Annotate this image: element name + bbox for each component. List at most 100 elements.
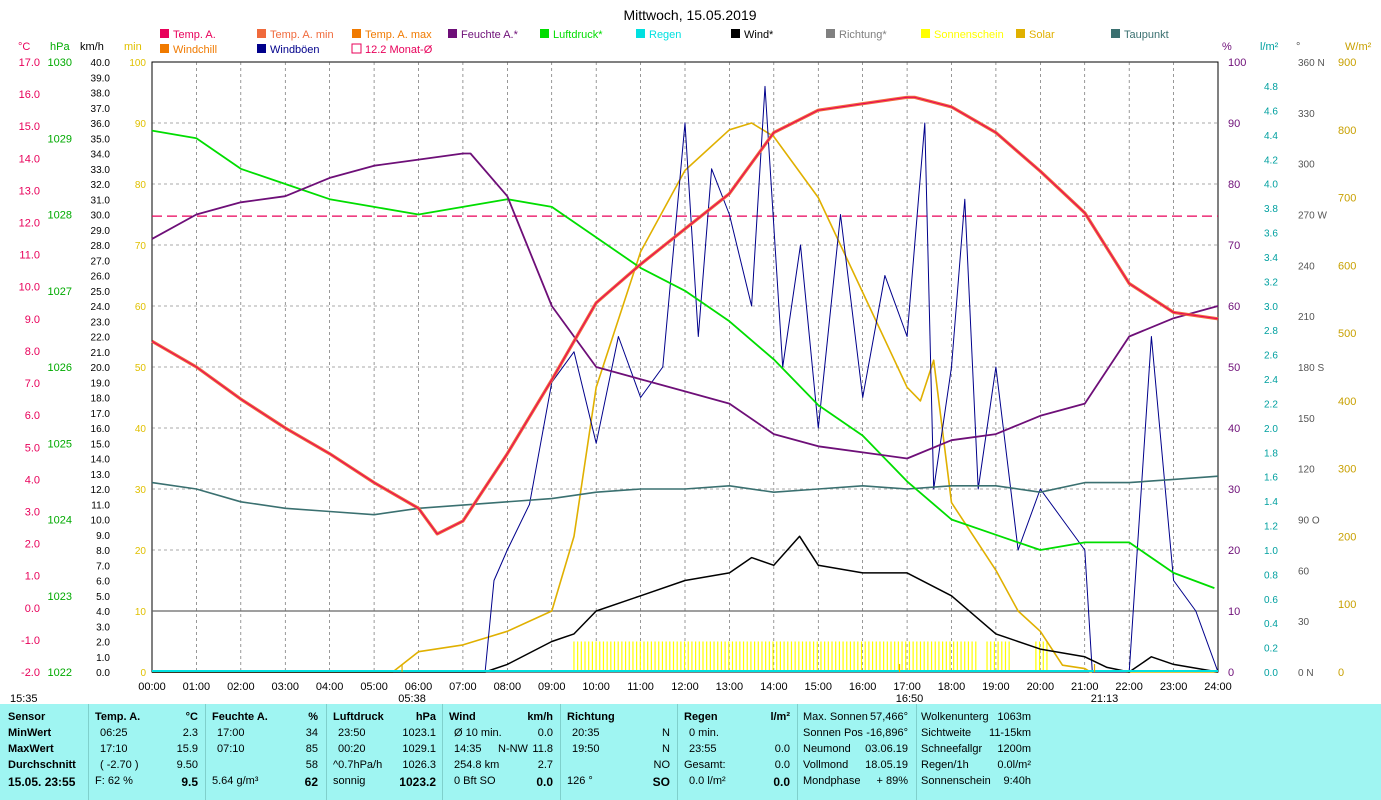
kmh-tick-label: 37.0: [91, 104, 111, 115]
humidity-tick-label: 80: [1228, 179, 1240, 191]
temp-tick-label: 0.0: [25, 603, 40, 615]
x-tick-label: 12:00: [671, 681, 699, 693]
cloud-base: 1063m: [997, 711, 1031, 723]
kmh-tick-label: 8.0: [96, 546, 110, 557]
legend-swatch: [731, 29, 740, 38]
kmh-tick-label: 14.0: [91, 455, 111, 466]
kmh-tick-label: 5.0: [96, 592, 110, 603]
direction-tick-label: 60: [1298, 566, 1310, 577]
humidity-tick-label: 50: [1228, 362, 1240, 374]
legend-label: Luftdruck*: [553, 29, 603, 41]
x-tick-label: 03:00: [271, 681, 299, 693]
rain-amount: 0.0 l/m²: [689, 775, 726, 787]
temp-tick-label: 1.0: [25, 571, 40, 583]
x-tick-label: 18:00: [938, 681, 966, 693]
rain-tick-label: 4.4: [1264, 131, 1278, 142]
event-label: 21:13: [1091, 693, 1119, 704]
wind-min-label: Ø 10 min.: [454, 727, 502, 739]
direction-tick-label: 30: [1298, 617, 1310, 628]
kmh-tick-label: 15.0: [91, 439, 111, 450]
humidity-tick-label: 70: [1228, 240, 1240, 252]
humidity-tick-label: 100: [1228, 57, 1246, 69]
legend: Temp. A. Temp. A. min Temp. A. max Feuchte …: [160, 29, 1169, 56]
temp-tick-label: -2.0: [21, 667, 40, 679]
rain-tick-label: 4.2: [1264, 155, 1278, 166]
rain-tick-label: 3.6: [1264, 229, 1278, 240]
rain-time: 23:55: [689, 743, 717, 755]
humidity-header: Feuchte A.: [212, 711, 268, 723]
direction-max-time: 19:50: [572, 743, 600, 755]
pressure-tick-label: 1026: [48, 362, 72, 374]
temp-current: 9.5: [181, 775, 198, 789]
sensor-header: Sensor: [8, 711, 46, 723]
solar-tick-label: 700: [1338, 193, 1356, 205]
legend-label: 12.2 Monat-Ø: [365, 44, 433, 56]
rain-duration: 0 min.: [689, 727, 719, 739]
x-tick-label: 07:00: [449, 681, 477, 693]
direction-tick-label: 120: [1298, 465, 1315, 476]
kmh-tick-label: 31.0: [91, 195, 111, 206]
temp-tick-label: 15.0: [19, 121, 40, 133]
solar-tick-label: 0: [1338, 667, 1344, 679]
humidity-max-time: 07:10: [217, 743, 245, 755]
pressure-min: 1023.1: [402, 727, 436, 739]
x-tick-label: 01:00: [183, 681, 211, 693]
humidity-min-time: 17:00: [217, 727, 245, 739]
rain-total-label: Gesamt:: [684, 759, 726, 771]
pressure-tick-label: 1025: [48, 438, 72, 450]
wind-max-time: 14:35: [454, 743, 482, 755]
x-tick-label: 15:00: [804, 681, 832, 693]
minutes-tick-label: 30: [135, 485, 147, 496]
rain-tick-label: 2.4: [1264, 375, 1278, 386]
x-tick-label: 06:00: [405, 681, 433, 693]
legend-label: Windböen: [270, 44, 320, 56]
temp-min-time: 06:25: [100, 727, 128, 739]
x-tick-label: 10:00: [582, 681, 610, 693]
rain-tick-label: 0.6: [1264, 595, 1278, 606]
solar-tick-label: 800: [1338, 125, 1356, 137]
temp-avg: 9.50: [176, 759, 198, 771]
kmh-tick-label: 25.0: [91, 287, 111, 298]
rain-tick-label: 2.2: [1264, 399, 1278, 410]
wind-max: 11.8: [532, 743, 553, 755]
kmh-tick-label: 40.0: [91, 58, 111, 69]
wind-avg: 2.7: [537, 759, 553, 771]
minutes-tick-label: 10: [135, 607, 147, 618]
legend-label: Feuchte A.*: [461, 29, 519, 41]
rain-tick-label: 0.4: [1264, 619, 1278, 630]
solar-tick-label: 400: [1338, 396, 1356, 408]
kmh-tick-label: 22.0: [91, 333, 111, 344]
temp-tick-label: 10.0: [19, 282, 40, 294]
pressure-trend: ^0.7hPa/h: [333, 759, 383, 771]
legend-label: Windchill: [173, 44, 217, 56]
row-max-label: MaxWert: [8, 743, 54, 755]
humidity-abs: 5.64 g/m³: [212, 775, 259, 787]
temp-tick-label: 14.0: [19, 153, 40, 165]
kmh-tick-label: 16.0: [91, 424, 111, 435]
temp-tick-label: 12.0: [19, 218, 40, 230]
kmh-tick-label: 33.0: [91, 165, 111, 176]
visibility: 11-15km: [989, 727, 1031, 739]
legend-swatch: [921, 29, 930, 38]
rain-tick-label: 0.8: [1264, 570, 1278, 581]
temp-tick-label: 7.0: [25, 378, 40, 390]
kmh-tick-label: 24.0: [91, 302, 111, 313]
pressure-tick-label: 1022: [48, 667, 72, 679]
kmh-tick-label: 13.0: [91, 470, 111, 481]
temp-current-note: F: 62 %: [95, 775, 133, 787]
rain-tick-label: 1.6: [1264, 473, 1278, 484]
solar-tick-label: 100: [1338, 599, 1356, 611]
minutes-tick-label: 60: [135, 302, 147, 313]
weather-chart: Mittwoch, 15.05.2019 Temp. A. Temp. A. mi…: [10, 7, 1372, 704]
humidity-tick-label: 90: [1228, 118, 1240, 130]
temp-tick-label: 3.0: [25, 506, 40, 518]
x-tick-label: 23:00: [1160, 681, 1188, 693]
axis-units: °C hPa km/h min% l/m² ° W/m²: [18, 41, 1372, 53]
kmh-tick-label: 29.0: [91, 226, 111, 237]
kmh-tick-label: 3.0: [96, 622, 110, 633]
axes: 00:00 01:00 02:00 03:00 04:00 05:00 06:00 07:00…: [19, 57, 1357, 693]
kmh-tick-label: 9.0: [96, 531, 110, 542]
pressure-forecast: sonnig: [333, 775, 366, 787]
kmh-tick-label: 35.0: [91, 134, 111, 145]
rain-tick-label: 1.4: [1264, 497, 1278, 508]
